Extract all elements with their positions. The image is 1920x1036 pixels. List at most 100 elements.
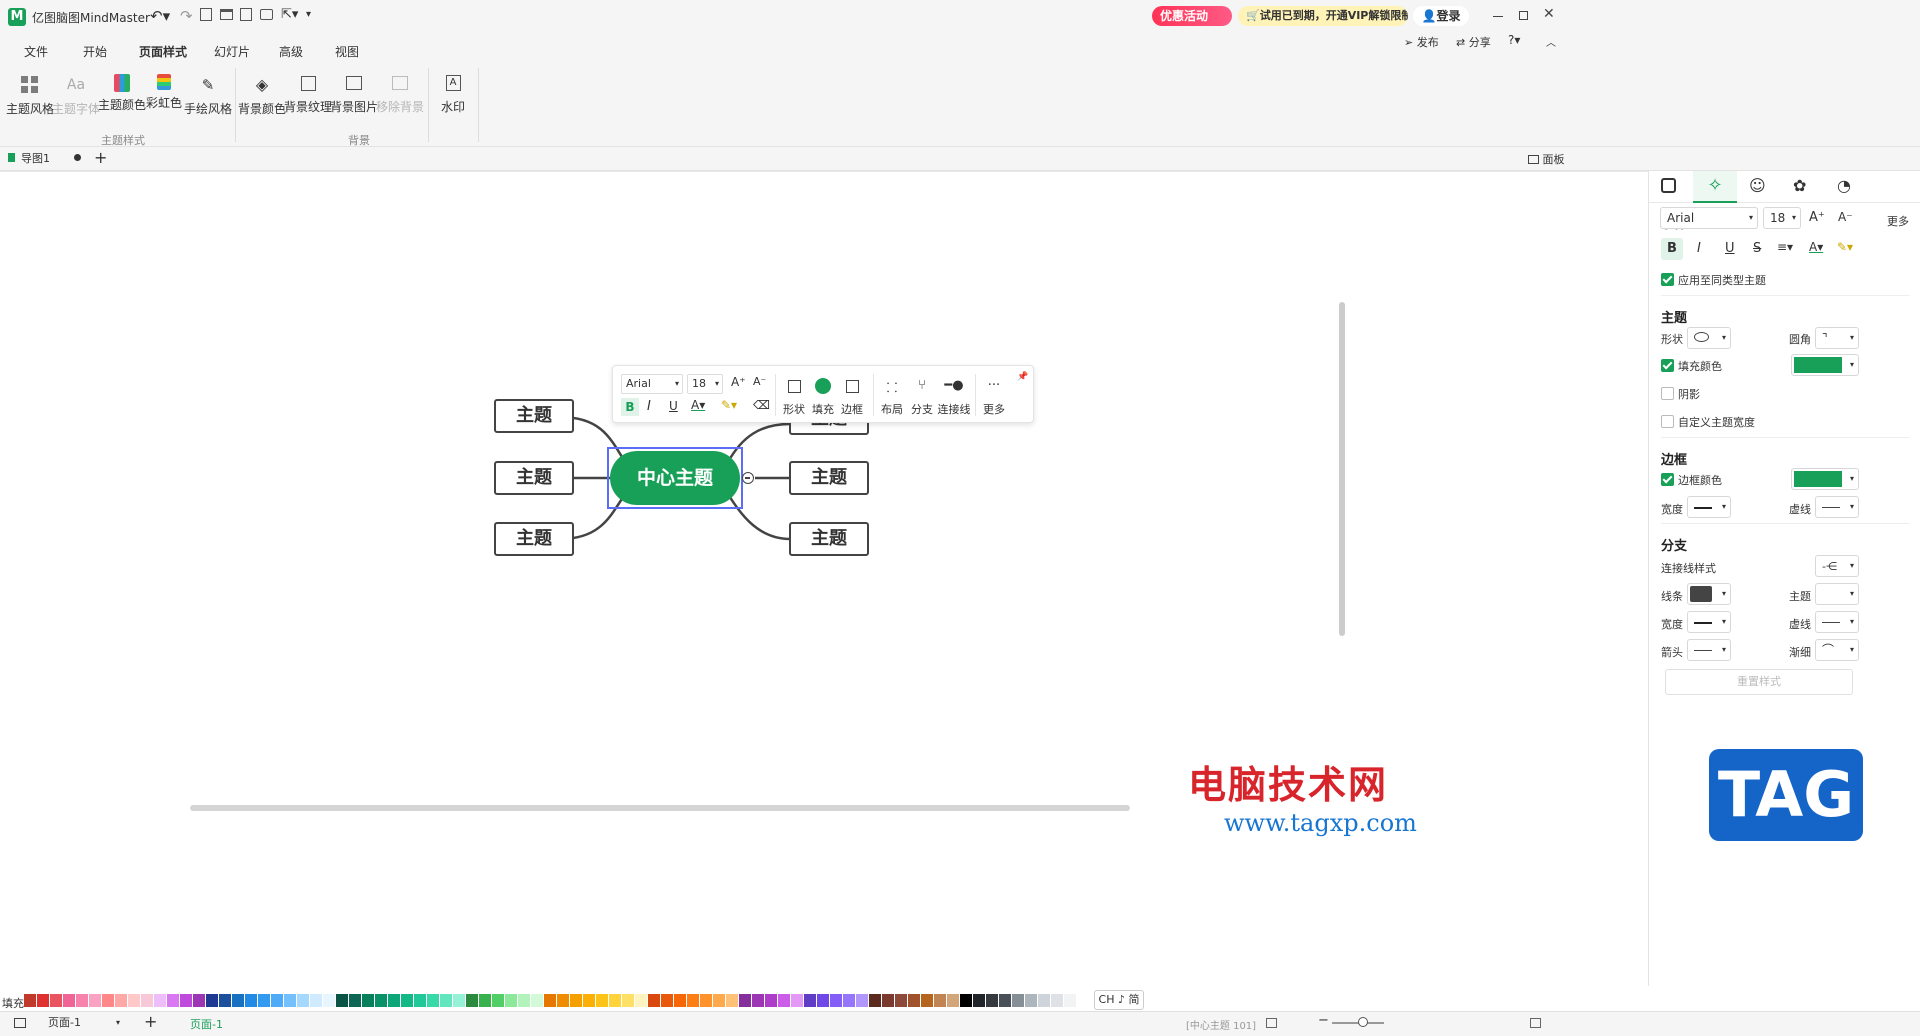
palette-swatch[interactable]	[804, 994, 816, 1007]
publish-button[interactable]: ➢ 发布	[1404, 34, 1439, 50]
palette-swatch[interactable]	[908, 994, 920, 1007]
palette-swatch[interactable]	[934, 994, 946, 1007]
palette-swatch[interactable]	[232, 994, 244, 1007]
clear-format-icon[interactable]: ⌫	[753, 398, 770, 412]
palette-swatch[interactable]	[596, 994, 608, 1007]
layout-button[interactable]: ⸬ 布局	[877, 378, 907, 417]
promo-button[interactable]: 优惠活动	[1152, 6, 1232, 26]
palette-swatch[interactable]	[453, 994, 465, 1007]
palette-swatch[interactable]	[1064, 994, 1076, 1007]
add-page-icon[interactable]: +	[144, 1012, 157, 1031]
palette-swatch[interactable]	[570, 994, 582, 1007]
zoom-out-icon[interactable]: −	[1318, 1013, 1329, 1028]
palette-swatch[interactable]	[167, 994, 179, 1007]
palette-swatch[interactable]	[401, 994, 413, 1007]
undo-icon[interactable]: ↶▾	[150, 7, 170, 25]
palette-swatch[interactable]	[986, 994, 998, 1007]
sidebar-toggle-icon[interactable]	[14, 1018, 26, 1028]
font-family-select[interactable]: Arial ▾	[621, 374, 683, 394]
palette-swatch[interactable]	[414, 994, 426, 1007]
palette-swatch[interactable]	[947, 994, 959, 1007]
mindmap-canvas[interactable]: 主题 主题 主题 主题 主题 主题 中心主题 Arial▾ 18▾ A⁺ A⁻ …	[0, 171, 1648, 986]
connector-style-dropdown[interactable]: -⋲ ▾	[1815, 555, 1859, 577]
palette-swatch[interactable]	[63, 994, 75, 1007]
bg-texture-button[interactable]: 背景纹理	[282, 70, 334, 130]
palette-swatch[interactable]	[336, 994, 348, 1007]
underline-icon[interactable]: U	[1725, 241, 1735, 256]
palette-swatch[interactable]	[973, 994, 985, 1007]
fill-color-picker[interactable]: ▾	[1791, 354, 1859, 376]
menu-view[interactable]: 视图	[335, 43, 359, 60]
bold-icon[interactable]: B	[621, 398, 639, 416]
italic-icon[interactable]: I	[647, 399, 651, 414]
palette-swatch[interactable]	[271, 994, 283, 1007]
remove-bg-button[interactable]: 移除背景	[374, 70, 426, 130]
branch-width-dropdown[interactable]: ▾	[1687, 611, 1731, 633]
font-size-select[interactable]: 18 ▾	[687, 374, 723, 394]
highlight-icon[interactable]: ✎▾	[1837, 240, 1853, 254]
topic-left-3[interactable]: 主题	[494, 522, 574, 556]
redo-icon[interactable]: ↷	[180, 7, 193, 25]
bg-image-button[interactable]: 背景图片	[328, 70, 380, 130]
font-size-dropdown[interactable]: 18 ▾	[1763, 207, 1801, 229]
palette-swatch[interactable]	[882, 994, 894, 1007]
custom-width-checkbox[interactable]	[1661, 415, 1674, 428]
palette-swatch[interactable]	[89, 994, 101, 1007]
zoom-slider-thumb[interactable]	[1358, 1017, 1368, 1027]
menu-start[interactable]: 开始	[83, 43, 107, 60]
palette-swatch[interactable]	[284, 994, 296, 1007]
palette-swatch[interactable]	[856, 994, 868, 1007]
reset-style-button[interactable]: 重置样式	[1665, 669, 1853, 695]
menu-file[interactable]: 文件	[24, 43, 48, 60]
palette-swatch[interactable]	[245, 994, 257, 1007]
maximize-icon[interactable]	[1519, 11, 1528, 20]
palette-swatch[interactable]	[661, 994, 673, 1007]
palette-swatch[interactable]	[115, 994, 127, 1007]
open-folder-icon[interactable]	[220, 9, 233, 20]
taper-dropdown[interactable]: ⌒ ▾	[1815, 639, 1859, 661]
branch-button[interactable]: ⑂ 分支	[907, 378, 937, 417]
palette-swatch[interactable]	[349, 994, 361, 1007]
topic-right-2[interactable]: 主题	[789, 461, 869, 495]
branch-dash-dropdown[interactable]: ▾	[1815, 611, 1859, 633]
palette-swatch[interactable]	[583, 994, 595, 1007]
decrease-font-icon[interactable]: A⁻	[753, 375, 766, 388]
border-color-checkbox[interactable]	[1661, 473, 1674, 486]
palette-swatch[interactable]	[193, 994, 205, 1007]
font-color-icon[interactable]: A▾	[691, 398, 705, 412]
palette-swatch[interactable]	[609, 994, 621, 1007]
palette-swatch[interactable]	[154, 994, 166, 1007]
palette-swatch[interactable]	[128, 994, 140, 1007]
tab-mark-icon[interactable]: ☺	[1749, 176, 1766, 195]
shadow-checkbox[interactable]	[1661, 387, 1674, 400]
palette-swatch[interactable]	[180, 994, 192, 1007]
palette-swatch[interactable]	[1012, 994, 1024, 1007]
doc-tab[interactable]: 导图1	[4, 150, 86, 168]
font-more-link[interactable]: 更多	[1887, 213, 1909, 229]
save-icon[interactable]	[240, 8, 252, 21]
horizontal-scrollbar[interactable]	[190, 805, 1130, 811]
tab-clipart-icon[interactable]: ✿	[1793, 176, 1806, 195]
palette-swatch[interactable]	[388, 994, 400, 1007]
apply-same-checkbox[interactable]	[1661, 273, 1674, 286]
highlight-icon[interactable]: ✎▾	[721, 398, 737, 412]
bg-color-button[interactable]: ◈ 背景颜色	[236, 70, 288, 130]
palette-swatch[interactable]	[700, 994, 712, 1007]
palette-swatch[interactable]	[37, 994, 49, 1007]
palette-swatch[interactable]	[375, 994, 387, 1007]
login-button[interactable]: 👤登录	[1413, 6, 1469, 26]
tab-style-icon[interactable]: ✧	[1693, 171, 1737, 203]
minimize-icon[interactable]	[1493, 16, 1503, 17]
align-icon[interactable]: ≡▾	[1777, 240, 1793, 254]
vertical-scrollbar[interactable]	[1339, 302, 1345, 636]
palette-swatch[interactable]	[557, 994, 569, 1007]
palette-swatch[interactable]	[518, 994, 530, 1007]
menu-page-style[interactable]: 页面样式	[136, 43, 190, 64]
theme-font-button[interactable]: Aa 主题字体	[50, 70, 102, 130]
palette-swatch[interactable]	[50, 994, 62, 1007]
palette-swatch[interactable]	[895, 994, 907, 1007]
palette-swatch[interactable]	[466, 994, 478, 1007]
border-dash-dropdown[interactable]: ▾	[1815, 496, 1859, 518]
increase-font-icon[interactable]: A⁺	[731, 375, 746, 389]
palette-swatch[interactable]	[713, 994, 725, 1007]
